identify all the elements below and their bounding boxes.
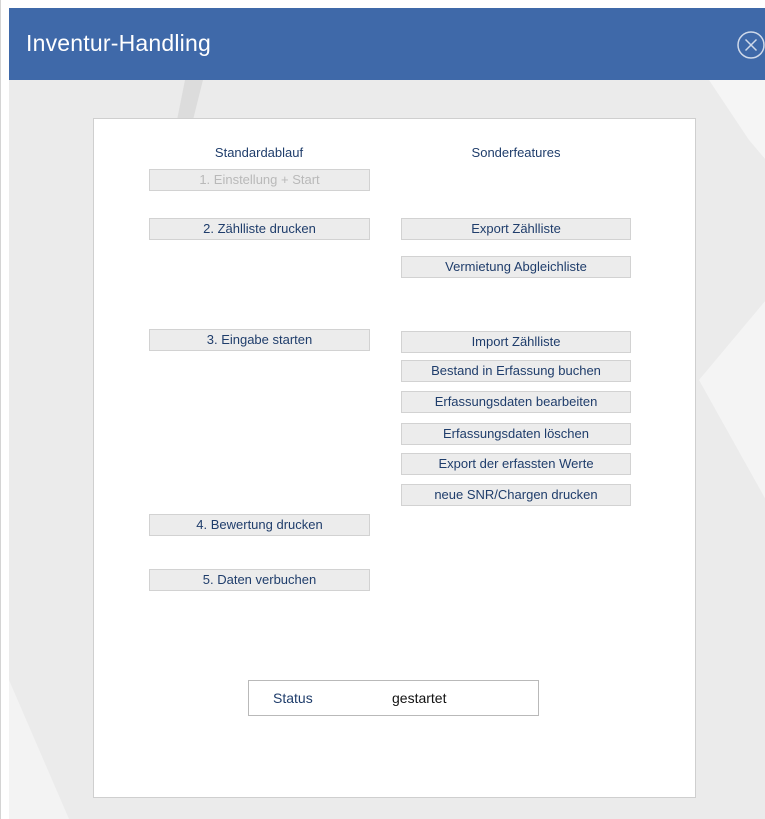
- edit-entry-data-button[interactable]: Erfassungsdaten bearbeiten: [401, 391, 631, 413]
- status-label: Status: [273, 690, 313, 706]
- export-count-list-button[interactable]: Export Zählliste: [401, 218, 631, 240]
- standard-heading: Standardablauf: [214, 145, 304, 160]
- delete-entry-data-button[interactable]: Erfassungsdaten löschen: [401, 423, 631, 445]
- status-value: gestartet: [392, 690, 447, 706]
- start-entry-button[interactable]: 3. Eingabe starten: [149, 329, 370, 351]
- print-valuation-button[interactable]: 4. Bewertung drucken: [149, 514, 370, 536]
- window-title: Inventur-Handling: [26, 30, 211, 56]
- print-serial-batches-button[interactable]: neue SNR/Chargen drucken: [401, 484, 631, 506]
- export-entered-values-button[interactable]: Export der erfassten Werte: [401, 453, 631, 475]
- title-bar: Inventur-Handling: [9, 8, 765, 80]
- book-stock-button[interactable]: Bestand in Erfassung buchen: [401, 360, 631, 382]
- setup-start-button: 1. Einstellung + Start: [149, 169, 370, 191]
- post-data-button[interactable]: 5. Daten verbuchen: [149, 569, 370, 591]
- status-box: Status gestartet: [248, 680, 539, 716]
- import-count-list-button[interactable]: Import Zählliste: [401, 331, 631, 353]
- print-count-list-button[interactable]: 2. Zählliste drucken: [149, 218, 370, 240]
- rental-reconciliation-button[interactable]: Vermietung Abgleichliste: [401, 256, 631, 278]
- inventory-window: Inventur-Handling Standardablauf Sonderf…: [0, 0, 765, 819]
- special-heading: Sonderfeatures: [471, 145, 561, 160]
- close-icon[interactable]: [736, 30, 765, 60]
